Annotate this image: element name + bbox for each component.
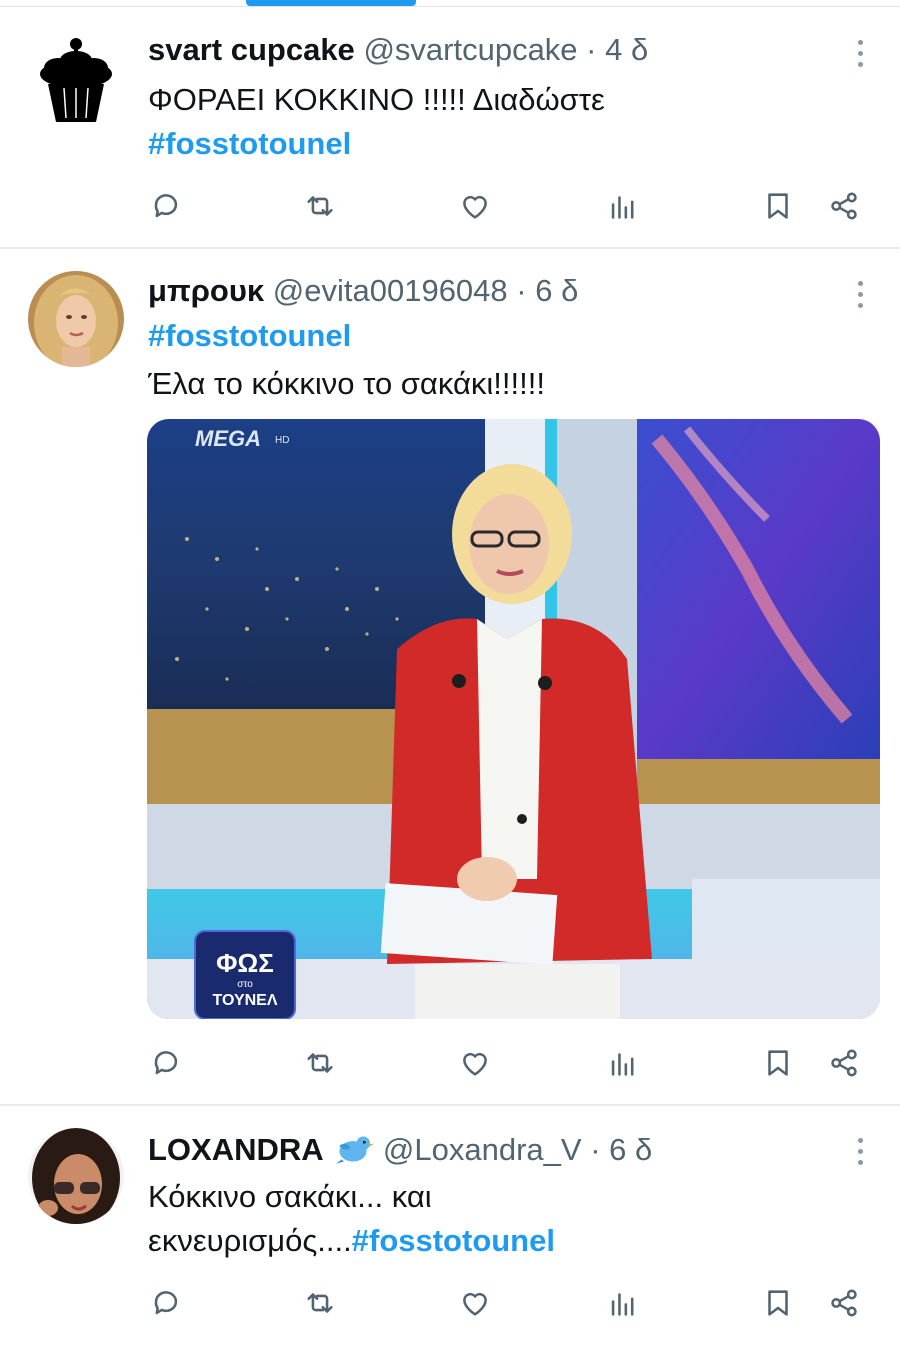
hashtag-link[interactable]: #fosstotounel [148,320,351,351]
reply-button[interactable] [144,1041,188,1085]
profile-photo [28,1128,124,1224]
reply-button[interactable] [144,1281,188,1325]
like-button[interactable] [453,1281,497,1325]
tv-broadcast-image: MEGA HD ΦΩΣ στο ΤΟΥΝΕΛ [147,419,880,1019]
views-button[interactable] [601,1281,645,1325]
bookmark-button[interactable] [756,1281,800,1325]
tweet-header: svart cupcake @svartcupcake · 4 δ [148,34,648,65]
bookmark-icon [761,189,795,223]
bookmark-icon [761,1286,795,1320]
hashtag-link[interactable]: #fosstotounel [352,1223,555,1258]
cupcake-icon [28,30,124,126]
reply-button[interactable] [144,184,188,228]
more-options-icon[interactable] [856,281,864,308]
bookmark-icon [761,1046,795,1080]
tweet-1[interactable]: svart cupcake @svartcupcake · 4 δ ΦΟΡΑΕΙ… [0,0,900,247]
display-name[interactable]: μπρουκ [148,273,264,308]
timestamp[interactable]: 6 δ [609,1132,652,1167]
like-icon [458,1046,492,1080]
user-handle[interactable]: @evita00196048 [273,273,508,308]
separator-dot: · [516,273,527,308]
tweet-3[interactable]: LOXANDRA @Loxandra_V · 6 δ Κόκκινο σακάκ… [0,1106,900,1349]
avatar-mprouk[interactable] [28,271,124,367]
separator-dot: · [590,1132,601,1167]
display-name[interactable]: svart cupcake [148,32,355,67]
reply-icon [149,1046,183,1080]
tweet-actions [0,184,900,228]
tweet-text: Κόκκινο σακάκι... και [148,1179,432,1214]
reply-icon [149,1286,183,1320]
avatar-loxandra[interactable] [28,1128,124,1224]
bookmark-button[interactable] [756,1041,800,1085]
tweet-text: Έλα το κόκκινο το σακάκι!!!!!! [148,366,545,401]
retweet-icon [303,1046,337,1080]
like-icon [458,189,492,223]
retweet-button[interactable] [298,1041,342,1085]
more-options-icon[interactable] [856,40,864,67]
user-handle[interactable]: @svartcupcake [363,32,577,67]
tweet-actions [0,1041,900,1085]
views-icon [606,1046,640,1080]
share-button[interactable] [822,184,866,228]
show-logo-sub: ΤΟΥΝΕΛ [212,992,277,1009]
retweet-button[interactable] [298,1281,342,1325]
more-options-icon[interactable] [856,1138,864,1165]
separator-dot: · [586,32,597,67]
views-button[interactable] [601,1041,645,1085]
share-button[interactable] [822,1281,866,1325]
share-icon [827,1286,861,1320]
tweet-actions [0,1281,900,1325]
avatar-svart-cupcake[interactable] [28,30,124,126]
retweet-icon [303,1286,337,1320]
views-icon [606,189,640,223]
tweet-2[interactable]: μπρουκ @evita00196048 · 6 δ #fosstotoune… [0,249,900,1104]
tweet-header: μπρουκ @evita00196048 · 6 δ [148,275,578,306]
views-icon [606,1286,640,1320]
like-button[interactable] [453,184,497,228]
share-icon [827,189,861,223]
hashtag-link[interactable]: #fosstotounel [148,128,351,159]
views-button[interactable] [601,184,645,228]
show-logo-title: ΦΩΣ [216,948,274,978]
like-button[interactable] [453,1041,497,1085]
tweet-text: εκνευρισμός.... [148,1223,352,1258]
reply-icon [149,189,183,223]
timestamp[interactable]: 6 δ [535,273,578,308]
bookmark-button[interactable] [756,184,800,228]
like-icon [458,1286,492,1320]
timestamp[interactable]: 4 δ [605,32,648,67]
tweet-text: ΦΟΡΑΕΙ ΚΟΚΚΙΝΟ !!!!! Διαδώστε [148,82,605,117]
display-name[interactable]: LOXANDRA [148,1132,324,1167]
tweet-media-image[interactable]: MEGA HD ΦΩΣ στο ΤΟΥΝΕΛ [147,419,880,1019]
share-button[interactable] [822,1041,866,1085]
profile-photo [28,271,124,367]
share-icon [827,1046,861,1080]
channel-logo: MEGA [195,426,261,451]
channel-logo-hd: HD [275,435,289,446]
retweet-icon [303,189,337,223]
show-logo-mid: στο [237,979,253,990]
tweet-header: LOXANDRA @Loxandra_V · 6 δ [148,1132,652,1166]
user-handle[interactable]: @Loxandra_V [383,1132,582,1167]
bird-emoji-icon [336,1136,374,1164]
tweet-text-line-2: εκνευρισμός....#fosstotounel [148,1225,555,1256]
retweet-button[interactable] [298,184,342,228]
